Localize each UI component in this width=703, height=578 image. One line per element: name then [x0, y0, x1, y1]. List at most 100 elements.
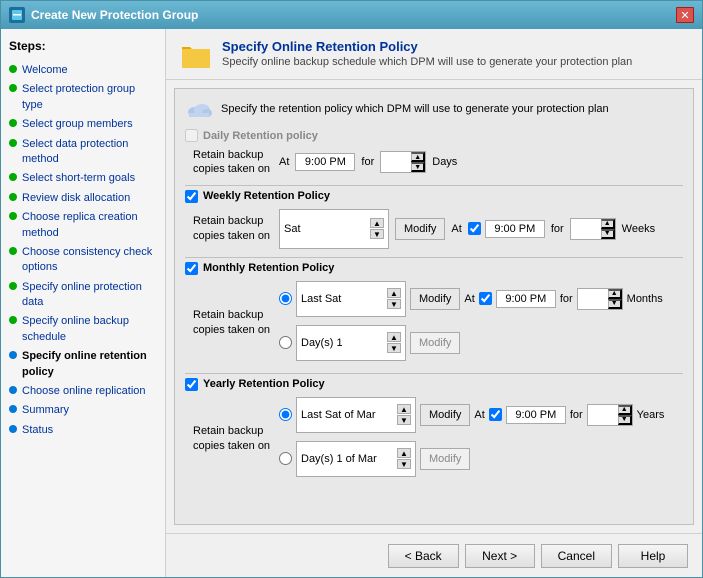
yearly-spin-up[interactable]: ▲ [618, 405, 632, 415]
sidebar-label: Select short-term goals [22, 171, 135, 186]
monthly-retain-label: Retain backup copies taken on [193, 308, 273, 337]
daily-checkbox [185, 129, 198, 142]
yearly-checkbox[interactable] [185, 378, 198, 391]
monthly-retention-section: Monthly Retention Policy Retain backup c… [185, 262, 683, 365]
monthly-day-dropdown-2[interactable]: Day(s) 1 ▲ ▼ [296, 325, 406, 361]
monthly-radio-1[interactable] [279, 292, 292, 305]
sidebar-item-online-protection-data[interactable]: Specify online protection data [9, 278, 157, 313]
yearly-modify-button-1[interactable]: Modify [420, 404, 470, 426]
weekly-spin-down[interactable]: ▼ [601, 229, 615, 239]
sidebar-item-short-term-goals[interactable]: Select short-term goals [9, 169, 157, 188]
sidebar-title: Steps: [9, 39, 157, 53]
yearly-day-value-1: Last Sat of Mar [301, 409, 376, 421]
sidebar-label: Summary [22, 403, 69, 418]
folder-icon [180, 39, 212, 71]
daily-value-input[interactable]: 180 [381, 155, 411, 169]
weekly-time-checkbox[interactable] [468, 222, 481, 235]
sidebar-label: Select group members [22, 117, 133, 132]
yearly-day-dropdown-2[interactable]: Day(s) 1 of Mar ▲ ▼ [296, 441, 416, 477]
cloud-icon [185, 99, 213, 119]
sidebar-item-data-protection-method[interactable]: Select data protection method [9, 135, 157, 170]
weekly-day-dropdown[interactable]: Sat ▲ ▼ [279, 209, 389, 249]
weekly-modify-button[interactable]: Modify [395, 218, 445, 240]
yearly-radio-1[interactable] [279, 408, 292, 421]
monthly-arrow-up-2[interactable]: ▲ [387, 332, 401, 342]
sidebar-label: Status [22, 423, 53, 438]
monthly-day-dropdown-1[interactable]: Last Sat ▲ ▼ [296, 281, 406, 317]
weekly-spin-up[interactable]: ▲ [601, 219, 615, 229]
sidebar-item-online-backup-schedule[interactable]: Specify online backup schedule [9, 312, 157, 347]
monthly-arrow-down-1[interactable]: ▼ [387, 299, 401, 309]
sidebar-item-online-retention-policy[interactable]: Specify online retention policy [9, 347, 157, 382]
yearly-day-dropdown-1[interactable]: Last Sat of Mar ▲ ▼ [296, 397, 416, 433]
daily-retain-label: Retain backup copies taken on [193, 148, 273, 177]
yearly-for-label: for [570, 409, 583, 421]
daily-value-spinner[interactable]: 180 ▲ ▼ [380, 151, 426, 173]
title-bar-left: Create New Protection Group [9, 7, 198, 23]
yearly-radio-option-2: Day(s) 1 of Mar ▲ ▼ Modify [279, 441, 664, 477]
monthly-arrow-down-2[interactable]: ▼ [387, 343, 401, 353]
sidebar-item-summary[interactable]: Summary [9, 401, 157, 420]
sidebar-item-disk-allocation[interactable]: Review disk allocation [9, 189, 157, 208]
yearly-arrow-down-2[interactable]: ▼ [397, 459, 411, 469]
sidebar-item-online-replication[interactable]: Choose online replication [9, 382, 157, 401]
monthly-time-group: 9:00 PM [479, 290, 556, 308]
sidebar-label: Specify online protection data [22, 280, 157, 311]
monthly-radio-2[interactable] [279, 336, 292, 349]
yearly-radio-2[interactable] [279, 452, 292, 465]
monthly-checkbox[interactable] [185, 262, 198, 275]
monthly-modify-button-2[interactable]: Modify [410, 332, 460, 354]
sidebar-item-protection-group-type[interactable]: Select protection group type [9, 80, 157, 115]
weekly-retention-section: Weekly Retention Policy Retain backup co… [185, 190, 683, 249]
monthly-retention-row-1: Retain backup copies taken on Last Sat ▲… [193, 281, 683, 365]
monthly-section-title: Monthly Retention Policy [185, 262, 683, 275]
monthly-spin-up[interactable]: ▲ [608, 289, 622, 299]
weekly-value-input[interactable]: 104 [571, 222, 601, 236]
sidebar-item-consistency-check[interactable]: Choose consistency check options [9, 243, 157, 278]
monthly-label: Monthly Retention Policy [203, 262, 334, 274]
yearly-value-input[interactable]: 10 [588, 408, 618, 422]
step-dot [9, 65, 17, 73]
step-dot [9, 119, 17, 127]
monthly-time-checkbox[interactable] [479, 292, 492, 305]
yearly-spin-down[interactable]: ▼ [618, 415, 632, 425]
monthly-value-input[interactable]: 60 [578, 292, 608, 306]
sidebar-item-replica-creation[interactable]: Choose replica creation method [9, 208, 157, 243]
monthly-value-spinner[interactable]: 60 ▲ ▼ [577, 288, 623, 310]
sidebar-item-welcome[interactable]: Welcome [9, 61, 157, 80]
yearly-time-checkbox[interactable] [489, 408, 502, 421]
daily-spin-down[interactable]: ▼ [411, 162, 425, 172]
yearly-arrow-down-1[interactable]: ▼ [397, 415, 411, 425]
yearly-retention-row: Retain backup copies taken on Last Sat o… [193, 397, 683, 481]
daily-section-title: Daily Retention policy [185, 129, 683, 142]
back-button[interactable]: < Back [388, 544, 459, 568]
weekly-spinner-btns: ▲ ▼ [601, 219, 615, 239]
step-dot [9, 84, 17, 92]
monthly-modify-button-1[interactable]: Modify [410, 288, 460, 310]
panel-desc-text: Specify the retention policy which DPM w… [221, 103, 609, 115]
monthly-arrow-up-1[interactable]: ▲ [387, 288, 401, 298]
step-dot [9, 316, 17, 324]
weekly-checkbox[interactable] [185, 190, 198, 203]
window-title: Create New Protection Group [31, 8, 198, 22]
weekly-value-spinner[interactable]: 104 ▲ ▼ [570, 218, 616, 240]
close-button[interactable]: ✕ [676, 7, 694, 23]
monthly-spin-down[interactable]: ▼ [608, 299, 622, 309]
daily-spin-up[interactable]: ▲ [411, 152, 425, 162]
yearly-value-spinner[interactable]: 10 ▲ ▼ [587, 404, 633, 426]
help-button[interactable]: Help [618, 544, 688, 568]
next-button[interactable]: Next > [465, 544, 535, 568]
weekly-arrow-up[interactable]: ▲ [370, 218, 384, 228]
cancel-button[interactable]: Cancel [541, 544, 612, 568]
sidebar-label: Specify online backup schedule [22, 314, 157, 345]
yearly-arrow-up-1[interactable]: ▲ [397, 404, 411, 414]
sidebar-item-status[interactable]: Status [9, 421, 157, 440]
yearly-dropdown-arrows-2: ▲ ▼ [397, 448, 411, 469]
sidebar-item-group-members[interactable]: Select group members [9, 115, 157, 134]
weekly-arrow-down[interactable]: ▼ [370, 229, 384, 239]
yearly-arrow-up-2[interactable]: ▲ [397, 448, 411, 458]
yearly-modify-button-2[interactable]: Modify [420, 448, 470, 470]
main-panel: Specify the retention policy which DPM w… [174, 88, 694, 525]
step-dot [9, 212, 17, 220]
main-content: Specify Online Retention Policy Specify … [166, 29, 702, 577]
